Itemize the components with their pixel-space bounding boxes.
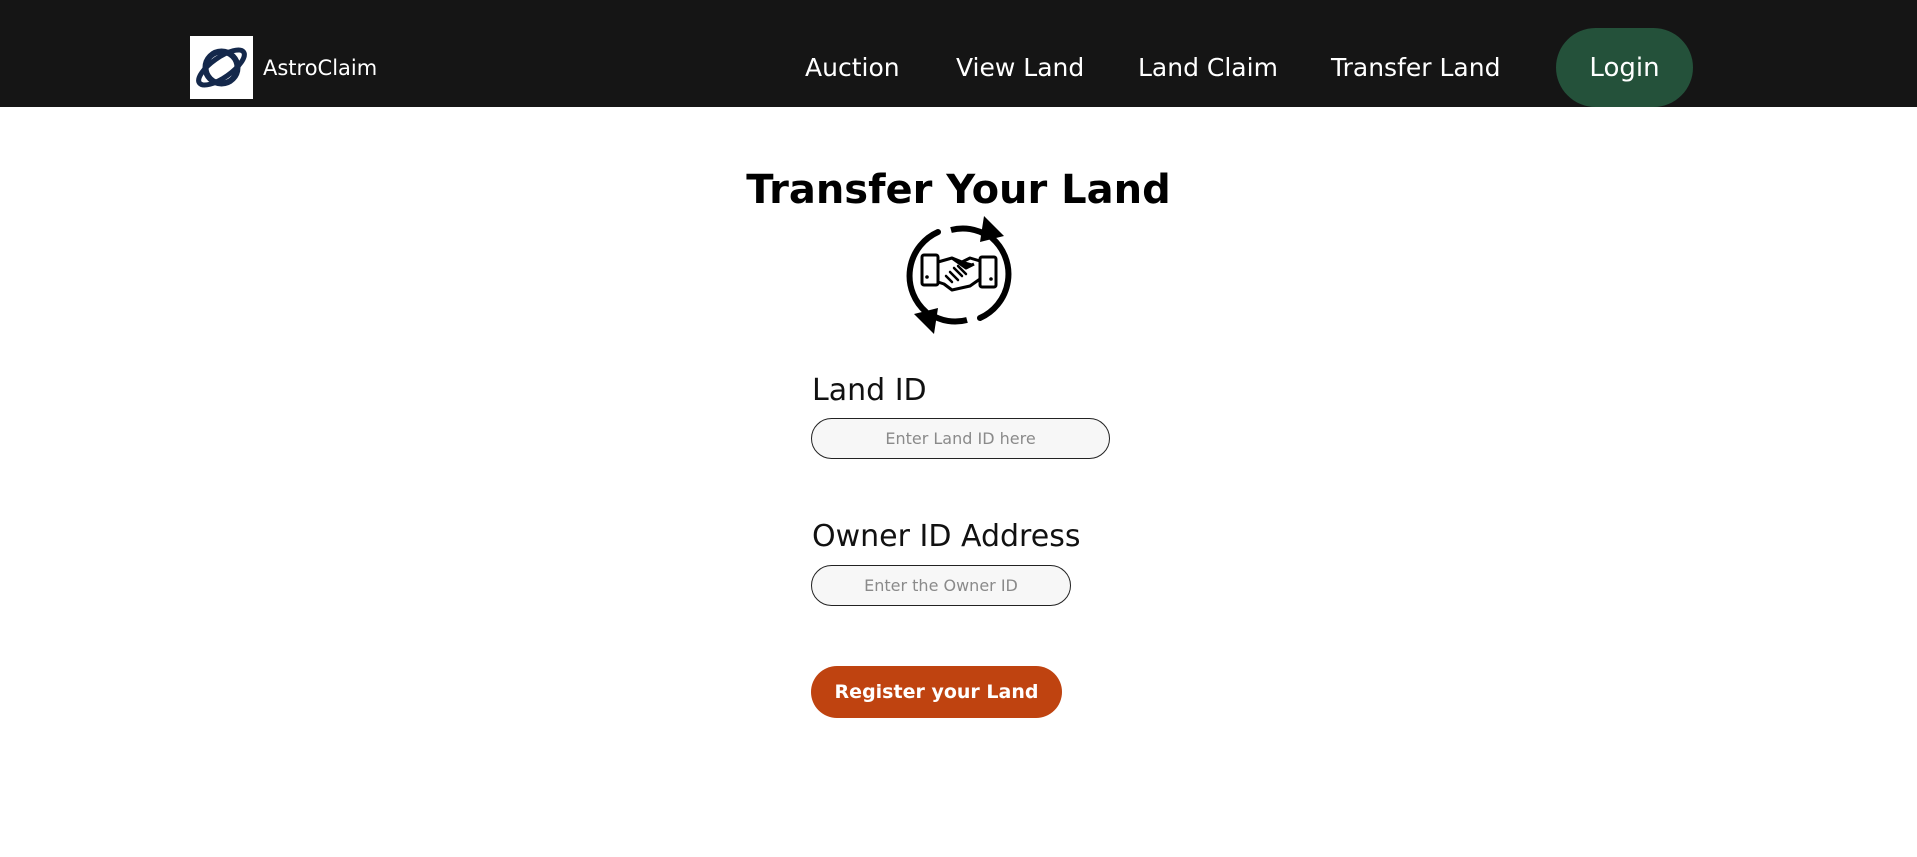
- land-id-label: Land ID: [812, 373, 927, 408]
- land-id-input[interactable]: [811, 418, 1110, 459]
- planet-icon: [196, 47, 247, 88]
- owner-id-input[interactable]: [811, 565, 1071, 606]
- brand-name[interactable]: AstroClaim: [263, 53, 377, 83]
- nav-link-transfer-land[interactable]: Transfer Land: [1331, 52, 1500, 84]
- logo[interactable]: [190, 36, 253, 99]
- nav-link-view-land[interactable]: View Land: [956, 52, 1084, 84]
- nav-link-auction[interactable]: Auction: [805, 52, 900, 84]
- page-title: Transfer Your Land: [746, 167, 1171, 213]
- handshake-transfer-icon: [906, 216, 1012, 334]
- login-button[interactable]: Login: [1556, 28, 1693, 107]
- navbar: AstroClaim Auction View Land Land Claim …: [0, 0, 1917, 107]
- nav-link-land-claim[interactable]: Land Claim: [1138, 52, 1278, 84]
- owner-id-label: Owner ID Address: [812, 519, 1081, 554]
- register-land-button[interactable]: Register your Land: [811, 666, 1062, 718]
